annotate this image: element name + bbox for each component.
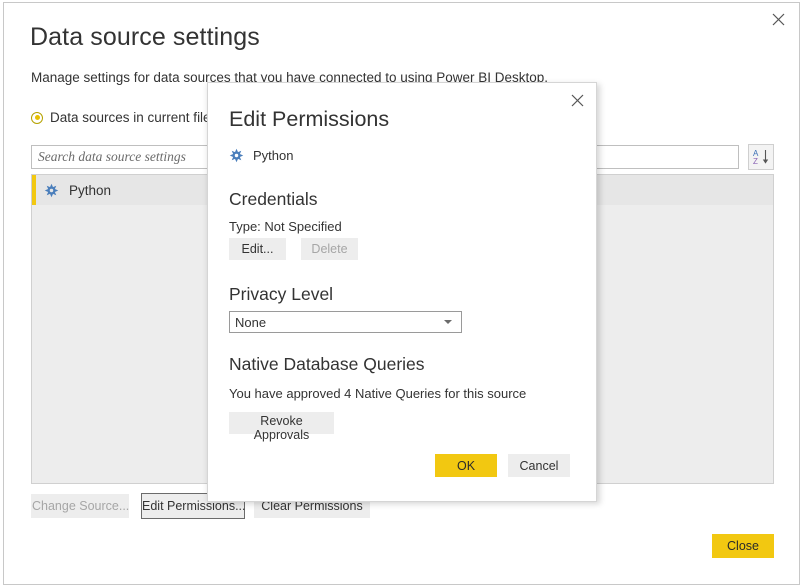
- close-icon-glyph: [772, 13, 784, 25]
- radio-indicator[interactable]: [31, 111, 43, 124]
- delete-credentials-button[interactable]: Delete: [301, 238, 358, 260]
- sort-az-icon-glyph: A Z: [753, 149, 769, 166]
- close-icon-glyph: [571, 94, 583, 106]
- close-icon[interactable]: [761, 6, 795, 32]
- cancel-button[interactable]: Cancel: [508, 454, 570, 477]
- chevron-down-icon: [444, 320, 452, 324]
- edit-credentials-button[interactable]: Edit...: [229, 238, 286, 260]
- python-source-icon: [44, 183, 59, 197]
- sort-az-icon[interactable]: A Z: [748, 144, 774, 170]
- privacy-level-value: None: [235, 314, 267, 330]
- native-queries-status-text: You have approved 4 Native Queries for t…: [229, 386, 527, 401]
- credentials-type-text: Type: Not Specified: [229, 219, 342, 234]
- edit-permissions-dialog: Edit Permissions Python Credentials Type…: [207, 82, 597, 502]
- native-database-queries-heading: Native Database Queries: [229, 354, 425, 374]
- privacy-level-dropdown[interactable]: None: [229, 311, 462, 333]
- change-source-button[interactable]: Change Source...: [31, 494, 129, 518]
- radio-label: Data sources in current file: [50, 110, 211, 125]
- revoke-approvals-button[interactable]: Revoke Approvals: [229, 412, 334, 442]
- ok-button[interactable]: OK: [435, 454, 497, 477]
- close-icon[interactable]: [561, 87, 593, 113]
- python-source-icon: [229, 148, 244, 163]
- radio-data-sources-in-current-file[interactable]: Data sources in current file: [31, 110, 211, 125]
- dialog-title: Edit Permissions: [229, 107, 390, 131]
- close-button[interactable]: Close: [712, 534, 774, 558]
- credentials-heading: Credentials: [229, 189, 318, 209]
- privacy-level-heading: Privacy Level: [229, 284, 334, 304]
- dialog-source-label: Python: [253, 148, 294, 163]
- dialog-source-row: Python: [229, 148, 293, 163]
- page-title: Data source settings: [30, 23, 260, 51]
- list-item-label: Python: [69, 182, 112, 198]
- svg-text:Z: Z: [753, 157, 758, 166]
